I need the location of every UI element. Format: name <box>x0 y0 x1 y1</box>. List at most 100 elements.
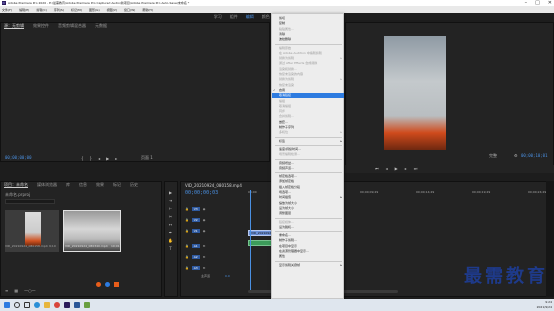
go-to-out-icon[interactable]: ⏭ <box>414 166 418 171</box>
project-tab-5[interactable]: 标记 <box>113 182 121 188</box>
selection-tool-icon[interactable]: ▶ <box>168 190 173 195</box>
mute-icon[interactable]: M <box>203 266 206 270</box>
track-select-tool-icon[interactable]: ⇥ <box>168 198 173 203</box>
context-menu-item[interactable]: 音频增益... <box>272 161 344 166</box>
workspace-tab-1[interactable]: 组件 <box>230 14 238 20</box>
ripple-edit-tool-icon[interactable]: ⊢ <box>168 206 173 211</box>
eye-icon[interactable]: ◉ <box>203 207 206 211</box>
play-icon[interactable]: ▶ <box>106 156 109 161</box>
windows-start-icon[interactable] <box>4 302 10 308</box>
mute-icon[interactable]: M <box>203 244 206 248</box>
step-forward-icon[interactable]: ▸ <box>405 166 407 171</box>
workspace-tab-3[interactable]: 颜色 <box>262 14 270 20</box>
premiere-taskbar-icon[interactable] <box>64 302 70 308</box>
context-menu-item[interactable]: 在项目中显示 <box>272 244 344 249</box>
context-menu-item[interactable]: 设为脱机... <box>272 225 344 230</box>
eye-icon[interactable]: ◉ <box>203 218 206 222</box>
eye-icon[interactable]: ◉ <box>203 229 206 233</box>
menu-item-5[interactable]: 图形(G) <box>89 8 100 12</box>
step-forward-icon[interactable]: ▸ <box>115 156 117 161</box>
menu-item-0[interactable]: 文件(F) <box>2 8 12 12</box>
track-label[interactable]: V1 <box>191 228 200 233</box>
track-header[interactable]: 🔒 A1 M <box>185 241 245 250</box>
track-label[interactable]: A2 <box>191 254 200 259</box>
context-menu-item[interactable]: 嵌套... <box>272 120 344 125</box>
context-menu-item[interactable]: 添加帧定格 <box>272 179 344 184</box>
track-header[interactable]: 🔒 V2 ◉ <box>185 215 245 224</box>
pen-tool-icon[interactable]: ✒ <box>168 230 173 235</box>
menu-item-8[interactable]: 帮助(H) <box>142 8 153 12</box>
menu-item-2[interactable]: 剪辑(C) <box>36 8 46 12</box>
context-menu-item[interactable]: 制作子剪辑... <box>272 238 344 243</box>
workspace-tab-2[interactable]: 编辑 <box>246 14 254 20</box>
explorer-icon[interactable] <box>44 302 50 308</box>
list-view-icon[interactable]: ≡ <box>5 288 8 293</box>
lock-icon[interactable]: 🔒 <box>185 266 189 270</box>
project-tab-1[interactable]: 媒体浏览器 <box>37 182 57 188</box>
context-menu-item[interactable]: 复制 <box>272 21 344 26</box>
project-tab-3[interactable]: 信息 <box>79 182 87 188</box>
track-label[interactable]: V3 <box>191 206 200 211</box>
playhead[interactable] <box>250 190 251 290</box>
source-tab-3[interactable]: 元数据 <box>95 23 107 29</box>
mark-in-icon[interactable]: { <box>81 156 84 161</box>
play-icon[interactable]: ▶ <box>395 166 398 171</box>
lock-icon[interactable]: 🔒 <box>185 255 189 259</box>
track-label[interactable]: A1 <box>191 243 200 248</box>
lock-icon[interactable]: 🔒 <box>185 229 189 233</box>
menu-item-7[interactable]: 窗口(W) <box>124 8 135 12</box>
context-menu-item[interactable]: 标签 ▸ <box>272 139 344 144</box>
project-tab-2[interactable]: 库 <box>66 182 70 188</box>
app-icon-1[interactable] <box>96 282 101 287</box>
context-menu-item[interactable]: 显示剪辑关键帧 ▸ <box>272 263 344 268</box>
project-tab-6[interactable]: 历史 <box>130 182 138 188</box>
task-view-icon[interactable] <box>24 302 30 308</box>
project-tab-0[interactable]: 项目：未命名 <box>4 182 28 188</box>
chrome-icon[interactable] <box>54 302 60 308</box>
context-menu-item[interactable]: 波纹删除 <box>272 37 344 42</box>
lock-icon[interactable]: 🔒 <box>185 207 189 211</box>
context-menu-item[interactable]: 调整图层 <box>272 211 344 216</box>
word-icon[interactable] <box>74 302 80 308</box>
context-menu-item[interactable]: 缩放为帧大小 <box>272 201 344 206</box>
menu-item-4[interactable]: 标记(M) <box>71 8 82 12</box>
razor-tool-icon[interactable]: ✂ <box>168 214 173 219</box>
source-tab-2[interactable]: 音频剪辑混合器 <box>58 23 86 29</box>
track-header[interactable]: 🔒 A3 M <box>185 263 245 272</box>
menu-item-1[interactable]: 编辑(E) <box>19 8 29 12</box>
context-menu-item[interactable]: 取消链接 <box>272 93 344 99</box>
icon-view-icon[interactable]: ▦ <box>14 288 18 293</box>
search-icon[interactable] <box>14 302 20 308</box>
context-menu-item[interactable]: 时间插值 ▸ <box>272 195 344 200</box>
program-fit[interactable]: 完整 <box>489 153 497 159</box>
track-header[interactable]: 🔒 V1 ◉ <box>185 226 245 235</box>
edge-icon[interactable] <box>34 302 40 308</box>
master-value[interactable]: 0.0 <box>225 274 230 278</box>
project-tab-4[interactable]: 效果 <box>96 182 104 188</box>
hand-tool-icon[interactable]: ✋ <box>168 238 173 243</box>
app-icon[interactable] <box>84 302 90 308</box>
track-label[interactable]: V2 <box>191 217 200 222</box>
menu-item-6[interactable]: 视图(V) <box>107 8 117 12</box>
workspace-tab-0[interactable]: 学习 <box>214 14 222 20</box>
app-icon-2[interactable] <box>105 282 110 287</box>
lock-icon[interactable]: 🔒 <box>185 244 189 248</box>
source-tab-0[interactable]: 源：无剪辑 <box>4 23 24 29</box>
context-menu-item[interactable]: 音频声道... <box>272 166 344 171</box>
timeline-tab[interactable]: VID_20210924_080158.mp4 <box>185 183 242 188</box>
context-menu-item[interactable]: 插入帧定格分段 <box>272 185 344 190</box>
track-header[interactable]: 🔒 V3 ◉ <box>185 204 245 213</box>
slip-tool-icon[interactable]: ↔ <box>168 222 173 227</box>
wrench-icon[interactable]: ⚙ <box>514 153 518 158</box>
track-header[interactable]: 🔒 A2 M <box>185 252 245 261</box>
menu-item-3[interactable]: 序列(S) <box>54 8 64 12</box>
step-back-icon[interactable]: ◂ <box>98 156 100 161</box>
step-back-icon[interactable]: ◂ <box>386 166 388 171</box>
go-to-in-icon[interactable]: ⏮ <box>375 166 379 171</box>
zoom-slider[interactable]: —○— <box>24 288 36 293</box>
track-label[interactable]: A3 <box>191 265 200 270</box>
context-menu-item[interactable]: 属性 <box>272 254 344 259</box>
source-tab-1[interactable]: 效果控件 <box>33 23 49 29</box>
mute-icon[interactable]: M <box>203 255 206 259</box>
lock-icon[interactable]: 🔒 <box>185 218 189 222</box>
